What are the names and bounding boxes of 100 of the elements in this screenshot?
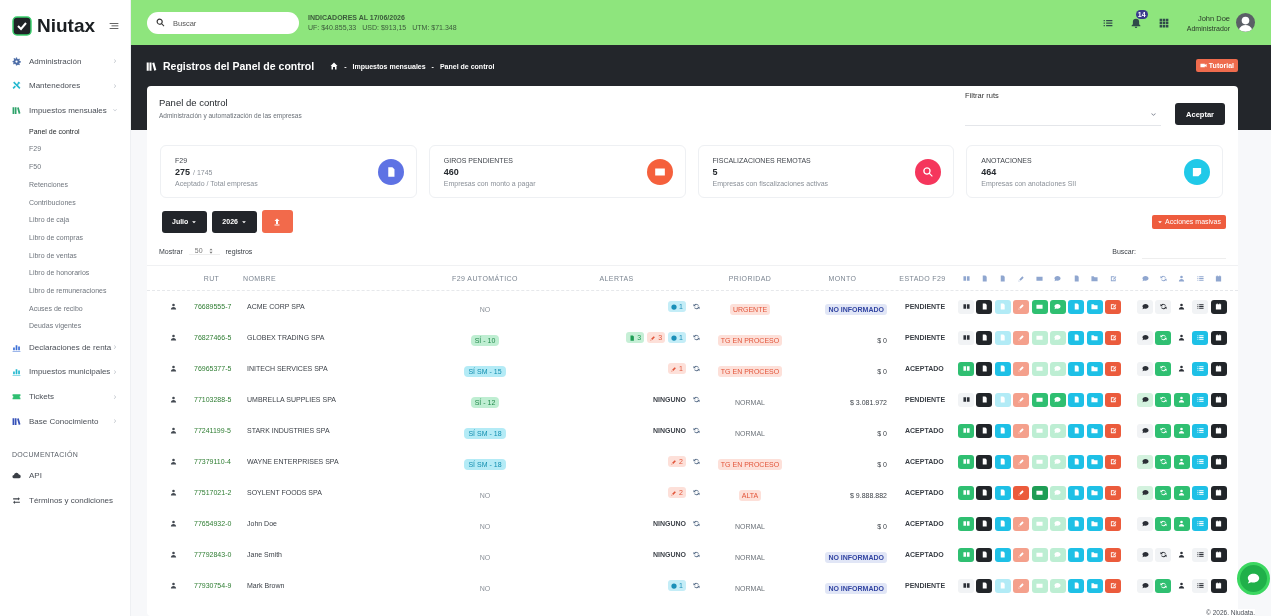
file-icon xyxy=(980,303,988,310)
action-button[interactable] xyxy=(1137,361,1153,376)
chat-button[interactable] xyxy=(1237,562,1270,595)
action-button[interactable] xyxy=(976,485,993,500)
refresh-icon[interactable] xyxy=(693,303,700,310)
sidebar-item[interactable]: Administración xyxy=(0,49,130,74)
chat-icon xyxy=(1054,365,1062,372)
sidebar-item[interactable]: Impuestos municipales xyxy=(0,359,130,385)
action-button[interactable] xyxy=(1192,578,1209,593)
refresh-icon[interactable] xyxy=(693,396,700,403)
sidebar-item[interactable]: API xyxy=(0,463,130,488)
action-button[interactable] xyxy=(1210,330,1227,345)
action-button[interactable] xyxy=(1210,392,1227,407)
book-icon xyxy=(962,551,970,558)
brush-icon xyxy=(1017,334,1025,341)
action-button[interactable] xyxy=(1155,299,1172,314)
file-icon xyxy=(1072,334,1080,341)
action-button[interactable] xyxy=(1137,454,1153,469)
user-icon[interactable] xyxy=(170,489,177,496)
list-icon[interactable] xyxy=(1102,17,1113,28)
sidebar-item[interactable]: Impuestos mensuales xyxy=(0,98,130,123)
refresh-icon[interactable] xyxy=(693,365,700,372)
action-button[interactable] xyxy=(1137,547,1153,562)
refresh-icon[interactable] xyxy=(693,551,700,558)
action-button[interactable] xyxy=(1137,299,1153,314)
video-icon xyxy=(1199,62,1207,69)
action-button[interactable] xyxy=(1210,423,1227,438)
grid-icon[interactable] xyxy=(1158,17,1169,28)
menu-icon[interactable] xyxy=(109,21,119,31)
action-button[interactable] xyxy=(976,516,993,531)
home-icon[interactable] xyxy=(330,62,339,70)
action-button[interactable] xyxy=(1137,330,1153,345)
edit-icon xyxy=(1109,458,1117,465)
file-icon xyxy=(980,582,988,589)
user-icon[interactable] xyxy=(170,303,177,310)
action-button[interactable] xyxy=(1137,485,1153,500)
action-button[interactable] xyxy=(958,392,974,407)
action-button[interactable] xyxy=(1155,547,1172,562)
sidebar-item[interactable]: Mantenedores xyxy=(0,73,130,99)
action-button[interactable] xyxy=(1137,516,1153,531)
sidebar-item[interactable]: Tickets xyxy=(0,384,130,409)
action-button[interactable] xyxy=(976,299,993,314)
user-icon[interactable] xyxy=(170,365,177,372)
refresh-icon[interactable] xyxy=(693,489,700,496)
bell-icon[interactable] xyxy=(1130,17,1141,28)
refresh-icon[interactable] xyxy=(693,520,700,527)
user-icon[interactable] xyxy=(170,458,177,465)
refresh-icon xyxy=(1159,334,1167,341)
refresh-icon[interactable] xyxy=(693,458,700,465)
calendar-icon xyxy=(1215,582,1223,589)
sidebar-item[interactable]: Declaraciones de renta xyxy=(0,335,130,360)
action-button[interactable] xyxy=(1192,299,1209,314)
action-button[interactable] xyxy=(1210,299,1227,314)
upload-button[interactable] xyxy=(261,210,293,233)
ticket-icon xyxy=(12,392,21,401)
edit-icon xyxy=(1109,396,1117,403)
action-button[interactable] xyxy=(1137,423,1153,438)
file-icon xyxy=(1072,365,1080,372)
action-button[interactable] xyxy=(976,454,993,469)
refresh-icon[interactable] xyxy=(693,582,700,589)
action-button[interactable] xyxy=(1210,578,1227,593)
user-icon[interactable] xyxy=(170,551,177,558)
action-button[interactable] xyxy=(958,299,974,314)
user-icon[interactable] xyxy=(170,396,177,403)
book-icon xyxy=(962,520,970,527)
action-button[interactable] xyxy=(958,330,974,345)
chat-icon xyxy=(1141,334,1149,341)
file-icon xyxy=(980,551,988,558)
sidebar-item[interactable]: Términos y condiciones xyxy=(0,488,130,513)
sidebar-label: Administración xyxy=(29,56,82,66)
action-button[interactable] xyxy=(976,423,993,438)
action-button[interactable] xyxy=(1210,361,1227,376)
action-button[interactable] xyxy=(976,578,993,593)
user-icon[interactable] xyxy=(170,582,177,589)
action-button[interactable] xyxy=(1137,392,1153,407)
action-button[interactable] xyxy=(976,330,993,345)
action-button[interactable] xyxy=(976,361,993,376)
book-icon xyxy=(962,334,970,341)
user-icon[interactable] xyxy=(170,520,177,527)
list-icon xyxy=(1196,551,1204,558)
search-icon xyxy=(156,18,165,27)
action-button[interactable] xyxy=(1210,516,1227,531)
action-button[interactable] xyxy=(1210,547,1227,562)
user-icon[interactable] xyxy=(170,334,177,341)
folder-icon xyxy=(1091,551,1099,558)
chevron-down-icon xyxy=(1150,110,1158,118)
file-icon xyxy=(980,274,988,282)
action-button[interactable] xyxy=(1137,578,1153,593)
action-button[interactable] xyxy=(1210,454,1227,469)
user-icon[interactable] xyxy=(170,427,177,434)
action-button[interactable] xyxy=(1192,547,1209,562)
refresh-icon[interactable] xyxy=(693,427,700,434)
action-button[interactable] xyxy=(1210,485,1227,500)
action-button[interactable] xyxy=(958,578,974,593)
action-button[interactable] xyxy=(976,547,993,562)
sidebar-item[interactable]: Base Conocimiento xyxy=(0,408,130,434)
action-button[interactable] xyxy=(976,392,993,407)
refresh-icon[interactable] xyxy=(693,334,700,341)
file-icon xyxy=(980,458,988,465)
avatar-icon[interactable] xyxy=(1236,13,1255,32)
